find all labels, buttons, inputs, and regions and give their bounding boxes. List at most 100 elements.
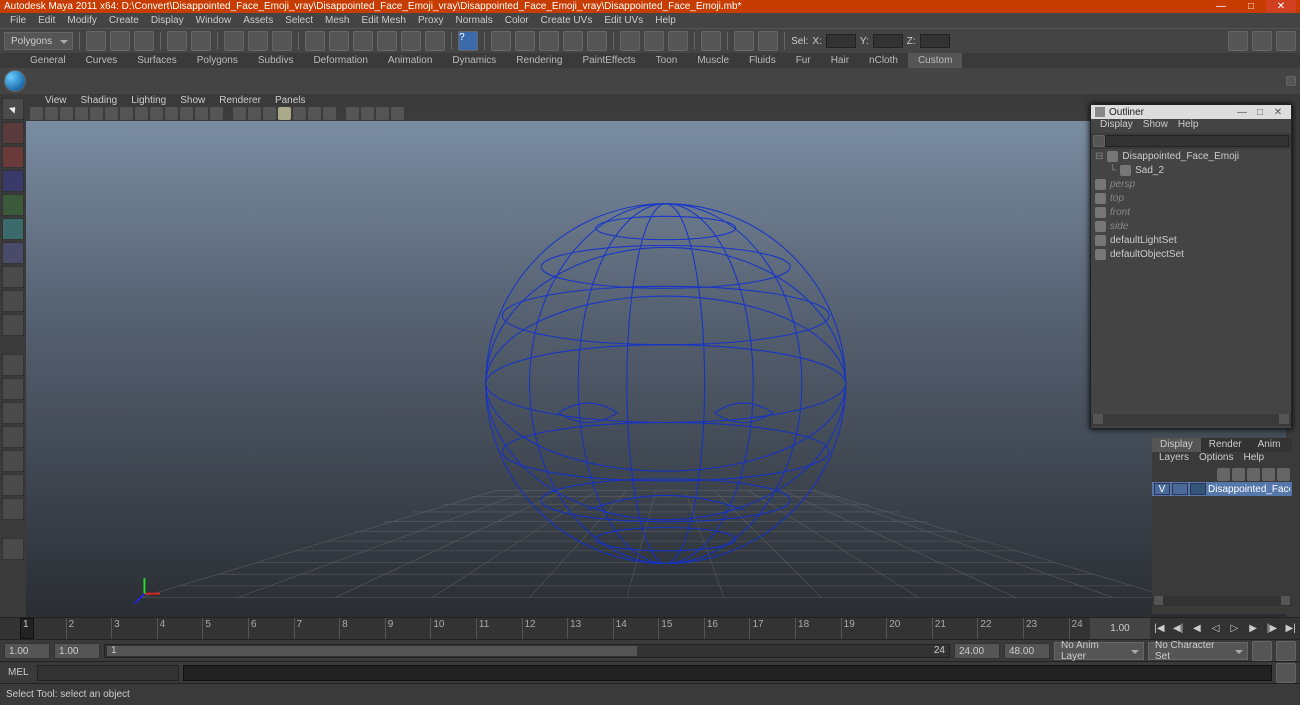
vp-image-plane-icon[interactable] xyxy=(75,107,88,120)
construct-hist-icon[interactable] xyxy=(701,31,721,51)
ipr-icon[interactable] xyxy=(515,31,535,51)
menu-help[interactable]: Help xyxy=(649,15,682,26)
paneltoggle-3-icon[interactable] xyxy=(668,31,688,51)
vp-safe-action-icon[interactable] xyxy=(195,107,208,120)
prefs-button[interactable] xyxy=(1276,641,1296,661)
outliner-scroll-left-icon[interactable] xyxy=(1093,414,1103,424)
menu-edit-mesh[interactable]: Edit Mesh xyxy=(355,15,411,26)
layer-tab-anim[interactable]: Anim xyxy=(1250,438,1289,452)
shelf-tab-rendering[interactable]: Rendering xyxy=(506,53,572,68)
open-scene-icon[interactable] xyxy=(110,31,130,51)
snap-toggle-icon[interactable] xyxy=(425,31,445,51)
shelf-tab-painteffects[interactable]: PaintEffects xyxy=(572,53,645,68)
shelf-tab-hair[interactable]: Hair xyxy=(821,53,859,68)
step-forward-key-button[interactable]: |▶ xyxy=(1265,622,1279,636)
save-scene-icon[interactable] xyxy=(134,31,154,51)
time-ruler[interactable]: 1234567891011121314151617181920212223241… xyxy=(0,618,1300,640)
shelf-tab-dynamics[interactable]: Dynamics xyxy=(442,53,506,68)
outliner-item[interactable]: defaultLightSet xyxy=(1091,233,1291,247)
snap-grid-icon[interactable] xyxy=(305,31,325,51)
render-view-icon[interactable] xyxy=(587,31,607,51)
menu-window[interactable]: Window xyxy=(190,15,238,26)
layer-menu-options[interactable]: Options xyxy=(1194,452,1238,466)
vp-exposure-icon[interactable] xyxy=(391,107,404,120)
render-icon[interactable] xyxy=(491,31,511,51)
layer-scroll-left-icon[interactable] xyxy=(1154,596,1163,605)
render-settings-icon[interactable] xyxy=(539,31,559,51)
select-tool[interactable] xyxy=(2,98,24,120)
layout-four-icon[interactable] xyxy=(1252,31,1272,51)
shelf-tab-surfaces[interactable]: Surfaces xyxy=(127,53,186,68)
minimize-button[interactable]: — xyxy=(1206,0,1236,13)
paneltoggle-2-icon[interactable] xyxy=(644,31,664,51)
go-end-button[interactable]: ▶| xyxy=(1284,622,1298,636)
transform-display-icon[interactable] xyxy=(734,31,754,51)
rotate-tool[interactable] xyxy=(2,194,24,216)
playback-start-field[interactable]: 1.00 xyxy=(54,643,100,659)
vp-2d-pan-icon[interactable] xyxy=(90,107,103,120)
playback-end-field[interactable]: 24.00 xyxy=(954,643,1000,659)
paneltoggle-1-icon[interactable] xyxy=(620,31,640,51)
step-back-key-button[interactable]: ◀| xyxy=(1171,622,1185,636)
time-cursor[interactable]: 1 xyxy=(20,618,34,639)
single-pane-icon[interactable] xyxy=(2,354,24,376)
vp-nolights-icon[interactable] xyxy=(308,107,321,120)
outliner-menu-help[interactable]: Help xyxy=(1173,119,1204,133)
vp-safe-title-icon[interactable] xyxy=(210,107,223,120)
menu-select[interactable]: Select xyxy=(279,15,319,26)
character-set-dropdown[interactable]: No Character Set xyxy=(1148,642,1248,660)
command-language-label[interactable]: MEL xyxy=(4,667,33,678)
outliner-close-button[interactable]: ✕ xyxy=(1269,107,1287,118)
play-back-button[interactable]: ◁ xyxy=(1209,622,1223,636)
select-comp-icon[interactable] xyxy=(272,31,292,51)
shelf-tab-fluids[interactable]: Fluids xyxy=(739,53,786,68)
move-tool[interactable] xyxy=(2,170,24,192)
snap-point-icon[interactable] xyxy=(353,31,373,51)
outliner-menu-display[interactable]: Display xyxy=(1095,119,1138,133)
range-start-field[interactable]: 1.00 xyxy=(4,643,50,659)
channelbox-toggle-icon[interactable] xyxy=(1286,76,1296,86)
vp-menu-panels[interactable]: Panels xyxy=(268,95,313,106)
shelf-tab-muscle[interactable]: Muscle xyxy=(687,53,739,68)
layer-tab-render[interactable]: Render xyxy=(1201,438,1250,452)
snap-curve-icon[interactable] xyxy=(329,31,349,51)
vp-gate-mask-icon[interactable] xyxy=(165,107,178,120)
shelf-tab-curves[interactable]: Curves xyxy=(76,53,128,68)
soft-mod-tool[interactable] xyxy=(2,266,24,288)
layout-single-icon[interactable] xyxy=(1228,31,1248,51)
four-panes-icon[interactable] xyxy=(2,378,24,400)
vp-grease-icon[interactable] xyxy=(105,107,118,120)
shelf-tab-subdivs[interactable]: Subdivs xyxy=(248,53,304,68)
undo-icon[interactable] xyxy=(167,31,187,51)
reset-transform-icon[interactable] xyxy=(758,31,778,51)
workspace-mode-dropdown[interactable]: Polygons xyxy=(4,32,73,50)
shelf-tab-fur[interactable]: Fur xyxy=(786,53,821,68)
menu-mesh[interactable]: Mesh xyxy=(319,15,355,26)
layer-down-icon[interactable] xyxy=(1262,468,1275,481)
vp-menu-renderer[interactable]: Renderer xyxy=(212,95,268,106)
auto-keyframe-toggle[interactable] xyxy=(1252,641,1272,661)
vp-select-camera-icon[interactable] xyxy=(30,107,43,120)
outliner-item[interactable]: defaultObjectSet xyxy=(1091,247,1291,261)
layer-color-swatch[interactable] xyxy=(1190,483,1206,495)
shelf-tab-toon[interactable]: Toon xyxy=(646,53,688,68)
outliner-filter-icon[interactable] xyxy=(1093,135,1105,147)
layer-visible-toggle[interactable]: V xyxy=(1154,483,1170,495)
vp-resolution-gate-icon[interactable] xyxy=(150,107,163,120)
outliner-maximize-button[interactable]: □ xyxy=(1251,107,1269,118)
outliner-title-bar[interactable]: Outliner — □ ✕ xyxy=(1091,105,1291,119)
current-time-field[interactable]: 1.00 xyxy=(1090,618,1150,639)
outliner-item[interactable]: persp xyxy=(1091,177,1291,191)
vp-film-gate-icon[interactable] xyxy=(135,107,148,120)
help-icon[interactable]: ? xyxy=(458,31,478,51)
snap-live-icon[interactable] xyxy=(401,31,421,51)
menu-assets[interactable]: Assets xyxy=(237,15,279,26)
vp-shaded-icon[interactable] xyxy=(248,107,261,120)
outliner-scroll-right-icon[interactable] xyxy=(1279,414,1289,424)
maximize-button[interactable]: □ xyxy=(1236,0,1266,13)
outliner-minimize-button[interactable]: — xyxy=(1233,107,1251,118)
scale-tool[interactable] xyxy=(2,218,24,240)
vp-shadows-icon[interactable] xyxy=(293,107,306,120)
range-end-field[interactable]: 48.00 xyxy=(1004,643,1050,659)
hud-x-input[interactable] xyxy=(826,34,856,48)
